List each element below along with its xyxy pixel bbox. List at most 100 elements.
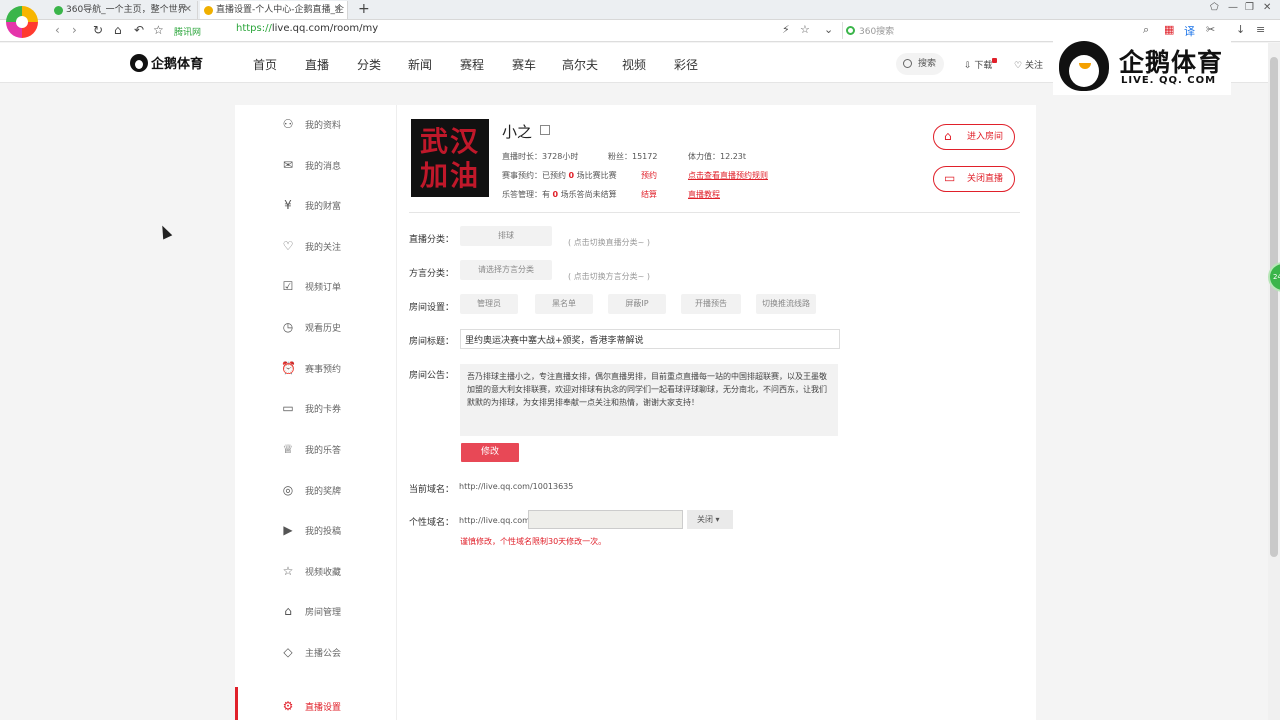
- user-center-sidebar: ⚇ 我的资料 ✉ 我的消息 ¥ 我的财富 ♡ 我的关注 ☑ 视频订单 ◷ 观看历史 ⏰ 赛事预…: [235, 105, 397, 720]
- video-camera-icon: ▭: [944, 171, 956, 185]
- tab-close-icon[interactable]: ✕: [334, 1, 342, 19]
- sidebar-item-medals[interactable]: ◎ 我的奖牌: [235, 480, 397, 502]
- nav-schedule[interactable]: 赛程: [460, 56, 484, 73]
- power-value: 体力值：12.23t: [688, 152, 747, 161]
- edit-icon[interactable]: [540, 125, 550, 135]
- reserve-link[interactable]: 预约: [641, 170, 657, 181]
- refresh-icon[interactable]: ↻: [93, 23, 103, 37]
- follow-link[interactable]: ♡ 关注: [1014, 58, 1043, 71]
- favorite-icon[interactable]: ☆: [153, 23, 164, 37]
- site-logo-text: 企鹅体育: [151, 57, 204, 72]
- sidebar-item-live-settings[interactable]: ⚙ 直播设置: [235, 696, 397, 718]
- address-bar[interactable]: 腾讯网 https://live.qq.com/room/my: [174, 22, 834, 39]
- home-icon[interactable]: ⌂: [114, 23, 122, 37]
- sidebar-item-submissions[interactable]: ▶ 我的投稿: [235, 520, 397, 542]
- sidebar-item-follows[interactable]: ♡ 我的关注: [235, 236, 397, 258]
- site-search-label: 搜索: [918, 59, 937, 69]
- sidebar-item-room-management[interactable]: ⌂ 房间管理: [235, 601, 397, 623]
- checkbox-icon: ☑: [282, 279, 294, 293]
- scissors-icon[interactable]: ✂: [1206, 23, 1215, 36]
- nav-video[interactable]: 视频: [622, 56, 646, 73]
- scrollbar-thumb[interactable]: [1270, 57, 1278, 557]
- custom-domain-prefix: http://live.qq.com: [459, 516, 530, 525]
- admin-button[interactable]: 管理员: [460, 294, 518, 314]
- browser-tab-live[interactable]: 直播设置-个人中心-企鹅直播_企 ✕: [200, 1, 348, 19]
- undo-icon[interactable]: ↶: [134, 23, 144, 37]
- forward-icon[interactable]: ›: [72, 23, 77, 37]
- dialect-select[interactable]: 请选择方言分类: [460, 260, 552, 280]
- category-select[interactable]: 排球: [460, 226, 552, 246]
- notice-dot: [992, 58, 998, 63]
- close-window-icon[interactable]: ✕: [1263, 2, 1271, 13]
- room-title-label: 房间标题：: [409, 337, 455, 347]
- reserve-rule-link[interactable]: 点击查看直播预约规则: [688, 170, 768, 181]
- lightning-icon[interactable]: ⚡: [782, 23, 790, 36]
- settle-link[interactable]: 结算: [641, 189, 657, 200]
- modify-button[interactable]: 修改: [461, 443, 519, 462]
- room-title-input[interactable]: [460, 329, 840, 349]
- tutorial-link[interactable]: 直播教程: [688, 189, 720, 200]
- site-logo[interactable]: 企鹅体育: [130, 53, 203, 72]
- tab-close-icon[interactable]: ✕: [184, 1, 192, 19]
- sidebar-item-messages[interactable]: ✉ 我的消息: [235, 155, 397, 177]
- nav-golf[interactable]: 高尔夫: [562, 56, 598, 73]
- custom-domain-toggle[interactable]: 关闭 ▾: [687, 510, 733, 529]
- avatar[interactable]: 武汉加油: [411, 119, 489, 197]
- download-arrow-icon[interactable]: ↓: [1236, 23, 1245, 36]
- minimize-icon[interactable]: —: [1228, 2, 1238, 13]
- dropdown-icon[interactable]: ⌄: [824, 23, 833, 36]
- close-live-button[interactable]: ▭ 关闭直播: [933, 166, 1015, 192]
- live-duration: 直播时长：3728小时: [502, 152, 579, 161]
- download-link[interactable]: ⇩ 下载: [964, 58, 998, 71]
- trophy-icon: ♕: [282, 442, 294, 456]
- switch-stream-button[interactable]: 切换推流线路: [756, 294, 816, 314]
- secure-badge: 腾讯网: [174, 28, 202, 38]
- nav-lottery[interactable]: 彩径: [674, 56, 698, 73]
- maximize-icon[interactable]: ❐: [1245, 2, 1254, 13]
- apps-icon[interactable]: ▦: [1164, 23, 1174, 36]
- alarm-icon: ⏰: [281, 361, 296, 375]
- enter-room-button[interactable]: ⌂ 进入房间: [933, 124, 1015, 150]
- category-hint: ( 点击切换直播分类~ ): [568, 238, 651, 247]
- guess-summary: 乐答管理：有 0 场乐答尚未结算: [502, 190, 617, 199]
- site-search-button[interactable]: 搜索: [896, 53, 944, 75]
- heart-icon: ♡: [1014, 61, 1023, 71]
- mouse-cursor-icon: [157, 223, 173, 240]
- sidebar-item-history[interactable]: ◷ 观看历史: [235, 317, 397, 339]
- nav-home[interactable]: 首页: [253, 56, 277, 73]
- room-notice-textarea[interactable]: 吾乃排球主播小之，专注直播女排，偶尔直播男排，目前重点直播每一站的中国排超联赛，…: [460, 364, 838, 436]
- new-tab-icon[interactable]: +: [358, 0, 370, 18]
- sidebar-item-wealth[interactable]: ¥ 我的财富: [235, 195, 397, 217]
- search-engine-icon: [846, 26, 855, 35]
- nav-racing[interactable]: 赛车: [512, 56, 536, 73]
- url-text[interactable]: https://live.qq.com/room/my: [236, 23, 378, 34]
- browser-logo-icon[interactable]: [6, 6, 38, 38]
- sidebar-item-reservations[interactable]: ⏰ 赛事预约: [235, 358, 397, 380]
- menu-icon[interactable]: ≡: [1256, 23, 1265, 36]
- back-icon[interactable]: ‹: [55, 23, 60, 37]
- sidebar-item-coupons[interactable]: ▭ 我的卡券: [235, 398, 397, 420]
- blacklist-button[interactable]: 黑名单: [535, 294, 593, 314]
- download-icon: ⇩: [964, 61, 972, 71]
- coin-icon: ¥: [284, 198, 292, 212]
- custom-domain-input[interactable]: [528, 510, 683, 529]
- bookmark-star-icon[interactable]: ☆: [800, 23, 810, 36]
- nav-live[interactable]: 直播: [305, 56, 329, 73]
- sidebar-item-guesses[interactable]: ♕ 我的乐答: [235, 439, 397, 461]
- live-preview-button[interactable]: 开播预告: [681, 294, 741, 314]
- heart-icon: ♡: [282, 239, 294, 253]
- page-scrollbar[interactable]: [1268, 43, 1280, 720]
- nav-news[interactable]: 新闻: [408, 56, 432, 73]
- skin-icon[interactable]: ⬠: [1210, 2, 1219, 13]
- browser-tab-360[interactable]: 360导航_一个主页，整个世界 ✕: [50, 1, 198, 19]
- sidebar-item-profile[interactable]: ⚇ 我的资料: [235, 114, 397, 136]
- block-ip-button[interactable]: 屏蔽IP: [608, 294, 666, 314]
- sidebar-item-favorites[interactable]: ☆ 视频收藏: [235, 561, 397, 583]
- home-icon: ⌂: [944, 129, 952, 143]
- search-placeholder: 360搜索: [859, 27, 895, 37]
- nav-category[interactable]: 分类: [357, 56, 381, 73]
- sidebar-item-video-orders[interactable]: ☑ 视频订单: [235, 276, 397, 298]
- search-icon[interactable]: ⌕: [1143, 23, 1149, 37]
- ticket-icon: ▭: [282, 401, 294, 415]
- sidebar-item-guild[interactable]: ◇ 主播公会: [235, 642, 397, 664]
